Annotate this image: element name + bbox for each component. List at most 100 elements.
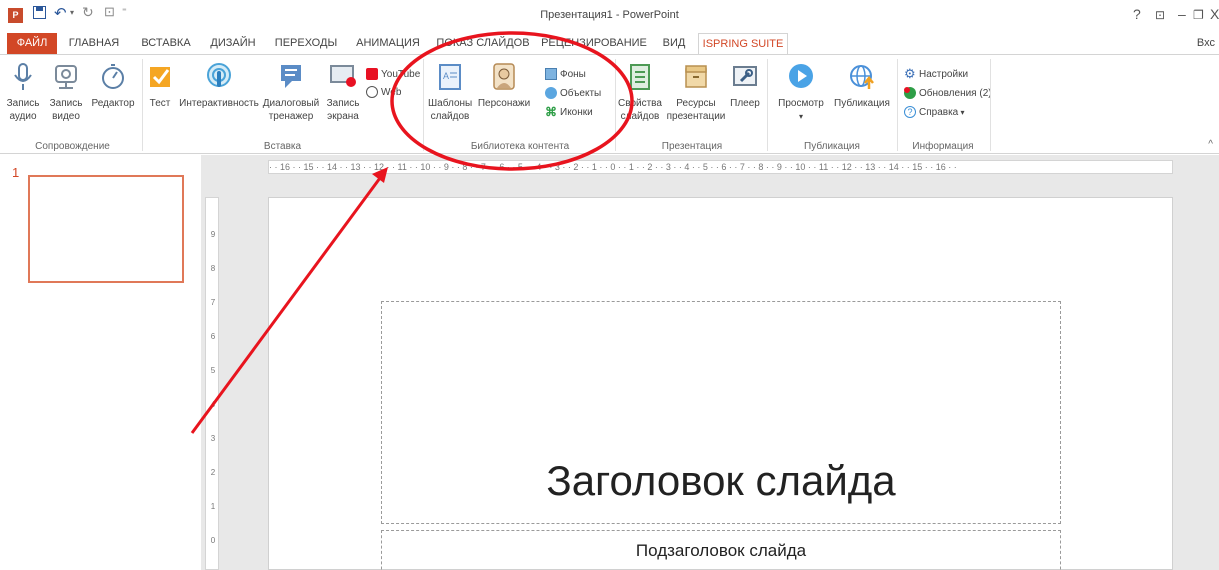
tab-animation[interactable]: АНИМАЦИЯ xyxy=(349,33,427,54)
subtitle-placeholder[interactable]: Подзаголовок слайда xyxy=(381,530,1061,570)
character-icon xyxy=(493,63,515,90)
group-separator xyxy=(615,59,616,151)
record-audio-button[interactable]: Запись аудио xyxy=(5,61,41,123)
group-label-presentation: Презентация xyxy=(661,141,723,152)
ribbon: Запись аудио Запись видео Редактор Сопро… xyxy=(0,54,1219,154)
presentation-resources-label-2: презентации xyxy=(666,111,726,122)
preview-dropdown-icon[interactable]: ▾ xyxy=(799,112,803,121)
record-video-label-1: Запись xyxy=(49,98,83,109)
slide-thumbnail[interactable] xyxy=(28,175,184,283)
characters-button[interactable]: Персонажи xyxy=(474,61,534,110)
play-icon xyxy=(789,64,813,88)
player-button[interactable]: Плеер xyxy=(728,61,762,110)
objects-icon xyxy=(545,87,557,100)
test-label: Тест xyxy=(149,98,171,109)
tab-home[interactable]: ГЛАВНАЯ xyxy=(63,33,125,54)
tab-file[interactable]: ФАЙЛ xyxy=(7,33,57,54)
slide-canvas[interactable]: Заголовок слайда Подзаголовок слайда xyxy=(268,197,1173,570)
objects-button[interactable]: Объекты xyxy=(545,86,601,102)
slide-templates-button[interactable]: A Шаблоны слайдов xyxy=(428,61,472,123)
collapse-ribbon-icon[interactable]: ^ xyxy=(1208,139,1213,150)
minimize-icon[interactable]: – xyxy=(1178,6,1186,22)
record-video-button[interactable]: Запись видео xyxy=(46,61,86,123)
tab-insert[interactable]: ВСТАВКА xyxy=(135,33,197,54)
touch-icon xyxy=(207,63,231,87)
slide-properties-label-1: Свойства xyxy=(618,98,662,109)
slide-subtitle: Подзаголовок слайда xyxy=(635,541,807,560)
youtube-icon xyxy=(366,68,378,81)
presentation-resources-button[interactable]: Ресурсы презентации xyxy=(665,61,727,123)
folder-icon xyxy=(685,65,707,88)
slide-properties-label-2: слайдов xyxy=(620,111,660,122)
slide-number: 1 xyxy=(12,165,20,180)
stopwatch-icon xyxy=(102,64,124,89)
help-label: Справка xyxy=(919,107,959,118)
slide-templates-label-1: Шаблоны xyxy=(428,98,473,109)
title-bar: P ↶ ▾ ↻ ⊡ ⁼ Презентация1 - PowerPoint ? … xyxy=(0,0,1219,30)
ruler-v-label: 8 xyxy=(210,264,216,273)
record-video-label-2: видео xyxy=(52,111,80,122)
image-icon xyxy=(545,68,557,81)
preview-button[interactable]: Просмотр ▾ xyxy=(772,61,830,123)
group-label-accompaniment: Сопровождение xyxy=(35,141,110,152)
slide-properties-button[interactable]: Свойства слайдов xyxy=(617,61,663,123)
interactivity-label: Интерактивность xyxy=(179,98,259,109)
sign-in-link[interactable]: Вхс xyxy=(1197,33,1215,54)
player-label: Плеер xyxy=(730,98,760,109)
ruler-v-label: 3 xyxy=(210,434,216,443)
preview-label: Просмотр xyxy=(778,98,824,109)
updates-button[interactable]: Обновления (2) xyxy=(904,86,992,102)
ruler-v-label: 1 xyxy=(210,502,216,511)
help-icon[interactable]: ? xyxy=(1133,6,1141,22)
settings-button[interactable]: ⚙ Настройки xyxy=(904,67,968,83)
youtube-button[interactable]: YouTube xyxy=(366,67,420,83)
vertical-ruler: 9 8 7 6 5 4 3 2 1 0 1 xyxy=(205,197,219,570)
tab-view[interactable]: ВИД xyxy=(654,33,694,54)
tab-transitions[interactable]: ПЕРЕХОДЫ xyxy=(268,33,344,54)
group-separator xyxy=(897,59,898,151)
webcam-icon xyxy=(55,65,77,89)
icons-label: Иконки xyxy=(560,107,593,118)
interactivity-button[interactable]: Интерактивность xyxy=(177,61,261,110)
group-label-publication: Публикация xyxy=(804,141,860,152)
svg-text:A: A xyxy=(443,71,449,81)
backgrounds-button[interactable]: Фоны xyxy=(545,67,586,83)
screen-record-label-1: Запись xyxy=(326,98,360,109)
icons-button[interactable]: ⌘ Иконки xyxy=(545,105,593,121)
help-button[interactable]: ? Справка ▾ xyxy=(904,105,964,121)
publish-button[interactable]: Публикация xyxy=(830,61,894,110)
vertical-ruler-numbers: 9 8 7 6 5 4 3 2 1 0 1 xyxy=(207,218,219,570)
slide-templates-label-2: слайдов xyxy=(430,111,470,122)
close-icon[interactable]: X xyxy=(1210,6,1219,22)
title-placeholder[interactable]: Заголовок слайда xyxy=(381,301,1061,524)
globe-upload-icon xyxy=(850,65,874,89)
tab-review[interactable]: РЕЦЕНЗИРОВАНИЕ xyxy=(539,33,649,54)
tab-design[interactable]: ДИЗАЙН xyxy=(204,33,262,54)
editor-button[interactable]: Редактор xyxy=(88,61,138,110)
microphone-icon xyxy=(14,63,32,90)
test-button[interactable]: Тест xyxy=(146,61,174,110)
dialog-trainer-button[interactable]: Диалоговый тренажер xyxy=(261,61,321,123)
ruler-v-label: 7 xyxy=(210,298,216,307)
group-separator xyxy=(990,59,991,151)
ribbon-display-options-icon[interactable]: ⊡ xyxy=(1155,8,1165,22)
publish-label: Публикация xyxy=(834,98,890,109)
group-label-insert: Вставка xyxy=(263,141,302,152)
window-title: Презентация1 - PowerPoint xyxy=(540,9,679,21)
command-icon: ⌘ xyxy=(545,105,557,120)
slide-title: Заголовок слайда xyxy=(546,457,896,504)
screen-record-button[interactable]: Запись экрана xyxy=(323,61,363,123)
tab-slideshow[interactable]: ПОКАЗ СЛАЙДОВ xyxy=(432,33,534,54)
presentation-resources-label-1: Ресурсы xyxy=(676,98,716,109)
chat-icon xyxy=(281,65,301,88)
ruler-v-label: 4 xyxy=(210,400,216,409)
powerpoint-window: P ↶ ▾ ↻ ⊡ ⁼ Презентация1 - PowerPoint ? … xyxy=(0,0,1219,570)
ruler-v-label: 5 xyxy=(210,366,216,375)
properties-icon xyxy=(630,64,650,90)
help-circle-icon: ? xyxy=(904,106,916,119)
slide-thumbnails-pane: 1 xyxy=(0,155,201,570)
ruler-v-label: 0 xyxy=(210,536,216,545)
web-button[interactable]: Web xyxy=(366,85,401,101)
tab-ispring-suite[interactable]: ISPRING SUITE 9 xyxy=(698,33,788,71)
restore-icon[interactable]: ❐ xyxy=(1193,8,1204,22)
